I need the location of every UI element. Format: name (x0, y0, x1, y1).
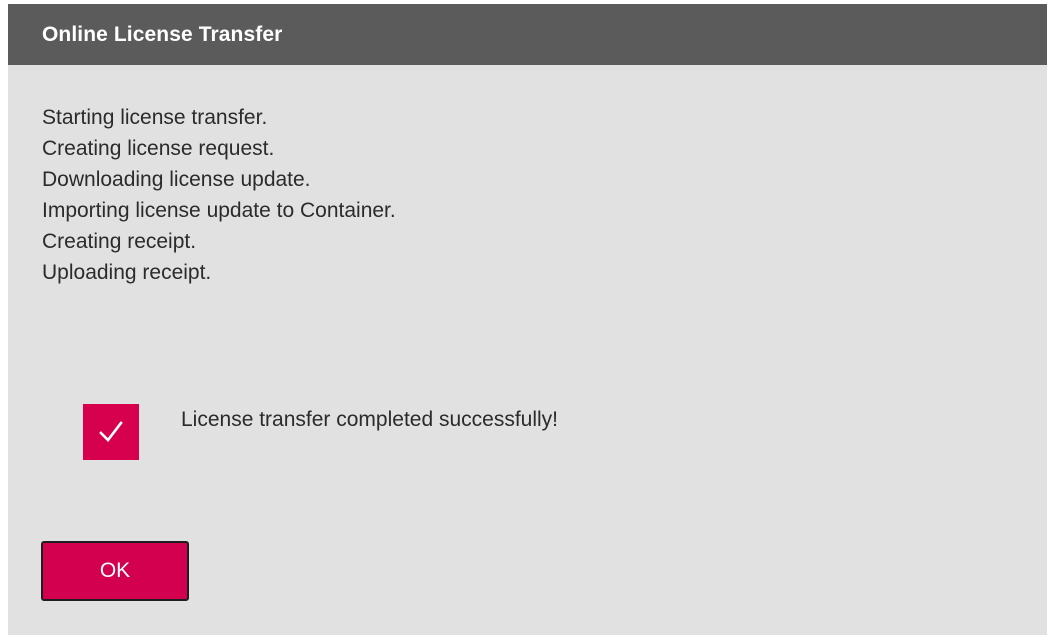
ok-button[interactable]: OK (41, 541, 189, 601)
dialog-title-bar: Online License Transfer (8, 4, 1047, 65)
log-line-import: Importing license update to Container. (42, 199, 396, 222)
status-message: License transfer completed successfully! (181, 408, 559, 431)
log-line-request: Creating license request. (42, 137, 275, 160)
log-line-receipt: Creating receipt. (42, 230, 197, 253)
log-line-upload: Uploading receipt. (42, 261, 212, 284)
log-line-start: Starting license transfer. (42, 106, 268, 129)
status-row: License transfer completed successfully! (83, 404, 558, 460)
license-transfer-dialog: Online License Transfer Starting license… (8, 4, 1047, 635)
log-line-download: Downloading license update. (42, 168, 311, 191)
dialog-title: Online License Transfer (42, 22, 283, 46)
checkmark-icon (83, 404, 139, 460)
progress-log: Starting license transfer. Creating lice… (42, 102, 396, 288)
